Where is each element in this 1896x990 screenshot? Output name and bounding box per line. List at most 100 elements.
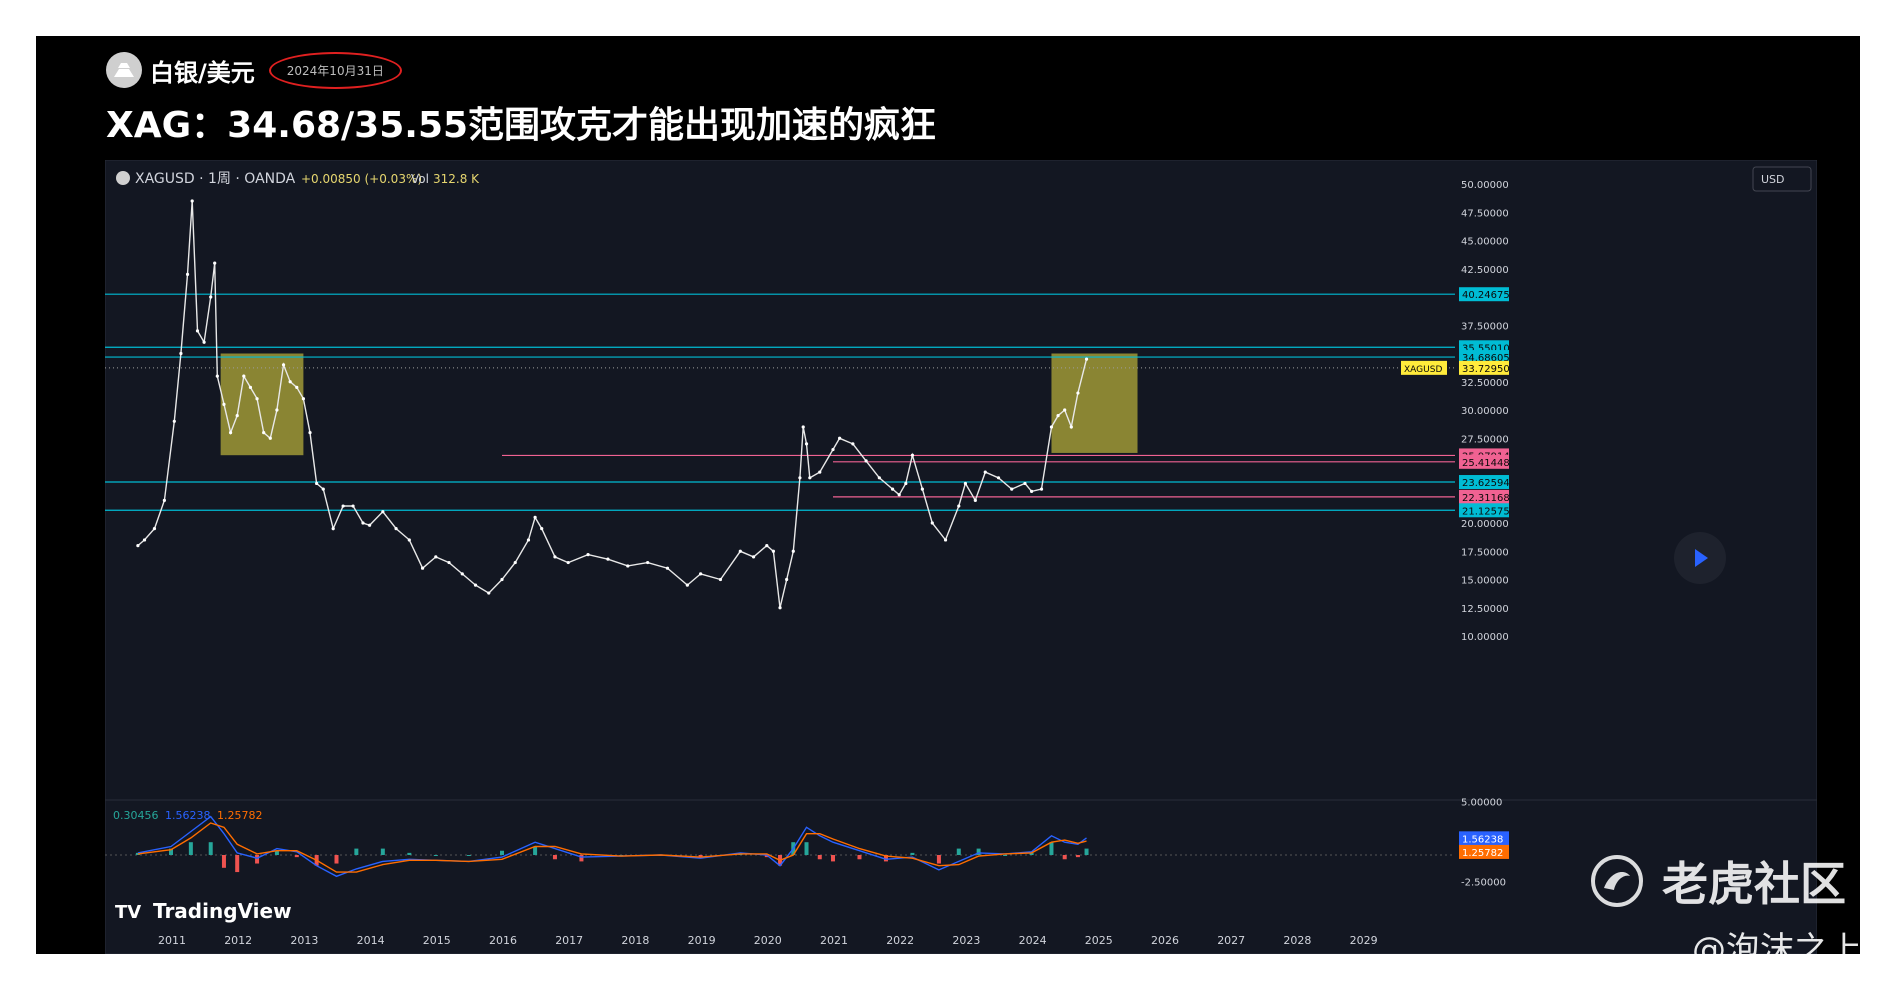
price-point	[434, 555, 438, 559]
histogram-bar	[294, 855, 299, 858]
price-point	[718, 577, 723, 582]
histogram-bar	[1062, 855, 1067, 860]
symbol-logo-icon	[116, 171, 130, 185]
price-point	[162, 498, 166, 502]
histogram-bar	[1075, 855, 1080, 858]
price-point	[420, 566, 425, 570]
price-point	[394, 527, 398, 531]
price-point	[268, 436, 272, 440]
currency-label: USD	[1761, 173, 1785, 186]
level-label: 23.62594	[1462, 478, 1510, 489]
y-tick-label: 45.00000	[1461, 237, 1509, 248]
histogram-bar	[552, 855, 557, 860]
volume-label: Vol	[411, 172, 429, 186]
price-point	[460, 572, 464, 576]
price-point	[1010, 487, 1014, 491]
price-point	[361, 521, 365, 525]
price-point	[500, 577, 504, 582]
price-point	[533, 515, 537, 519]
histogram-bar	[466, 855, 471, 856]
price-point	[963, 481, 968, 486]
x-tick-label: 2028	[1283, 934, 1311, 947]
level-label: 21.12575	[1462, 506, 1510, 517]
price-point	[172, 419, 176, 423]
price-point	[248, 385, 253, 389]
price-point	[540, 527, 544, 531]
price-point	[513, 560, 517, 565]
price-point	[275, 408, 279, 412]
price-point	[996, 476, 1001, 480]
price-point	[685, 583, 689, 587]
y-tick-label: 32.50000	[1461, 378, 1509, 389]
tradingview-logo-icon: 𝗧𝗩	[115, 902, 141, 923]
current-price-label: 33.72950	[1462, 364, 1510, 375]
price-point	[222, 402, 226, 406]
y-tick-label: 47.50000	[1461, 208, 1509, 219]
price-point	[877, 476, 881, 480]
price-point	[381, 510, 385, 514]
price-point	[1084, 357, 1089, 361]
price-point	[553, 555, 557, 559]
play-button[interactable]	[1674, 532, 1726, 584]
level-label: 40.24675	[1462, 290, 1510, 301]
price-point	[626, 564, 630, 568]
post-headline: XAG：34.68/35.55范围攻克才能出现加速的疯狂	[106, 105, 937, 146]
price-point	[526, 538, 531, 542]
y-tick-label: 50.00000	[1461, 180, 1509, 191]
price-point	[890, 487, 895, 491]
price-point	[973, 498, 977, 502]
price-point	[152, 527, 157, 531]
price-point	[699, 572, 703, 576]
histogram-bar	[433, 855, 438, 856]
indicator-value: 0.30456	[113, 809, 159, 822]
current-price-symbol: XAGUSD	[1404, 365, 1442, 375]
histogram-bar	[956, 848, 961, 855]
y-tick-label: 37.50000	[1461, 321, 1509, 332]
x-tick-label: 2025	[1085, 934, 1113, 947]
price-point	[818, 470, 822, 474]
price-point	[321, 487, 325, 491]
watermark: 老虎社区	[1590, 848, 1846, 914]
price-point	[808, 476, 812, 480]
x-tick-label: 2017	[555, 934, 583, 947]
price-point	[295, 385, 299, 389]
price-point	[801, 425, 805, 429]
price-point	[301, 397, 305, 401]
watermark-community: 老虎社区	[1662, 857, 1846, 911]
price-point	[910, 453, 915, 457]
histogram-bar	[208, 842, 213, 855]
level-label: 22.31168	[1462, 493, 1510, 504]
price-point	[341, 504, 345, 508]
histogram-bar	[857, 855, 862, 860]
y-tick-label: 20.00000	[1461, 519, 1509, 530]
price-chart[interactable]: 40.2467535.5501034.6860525.9791425.41448…	[105, 160, 1817, 954]
price-point	[646, 560, 650, 565]
x-tick-label: 2014	[357, 934, 385, 947]
histogram-bar	[1084, 848, 1089, 855]
indicator-badge: 1.56238	[1462, 834, 1503, 845]
x-tick-label: 2013	[290, 934, 318, 947]
price-point	[368, 523, 372, 527]
histogram-bar	[221, 855, 226, 868]
author-name[interactable]: 白银/美元	[150, 53, 255, 88]
volume-value: 312.8 K	[433, 172, 480, 186]
x-tick-label: 2016	[489, 934, 517, 947]
price-point	[136, 544, 140, 548]
price-point	[1030, 489, 1034, 493]
indicator-y-tick: -2.50000	[1461, 878, 1506, 889]
price-point	[255, 397, 259, 401]
histogram-bar	[380, 848, 385, 855]
price-point	[1049, 425, 1054, 429]
post-date: 2024年10月31日	[268, 51, 402, 89]
histogram-bar	[831, 855, 835, 862]
price-point	[566, 560, 570, 565]
post-header: 白银/美元 2024年10月31日	[106, 50, 402, 90]
histogram-bar	[354, 848, 359, 855]
symbol-label[interactable]: XAGUSD · 1周 · OANDA	[135, 171, 296, 187]
x-tick-label: 2022	[886, 934, 914, 947]
histogram-bar	[500, 850, 504, 855]
x-tick-label: 2021	[820, 934, 848, 947]
price-point	[351, 504, 355, 508]
histogram-bar	[407, 852, 412, 855]
price-point	[864, 459, 868, 463]
